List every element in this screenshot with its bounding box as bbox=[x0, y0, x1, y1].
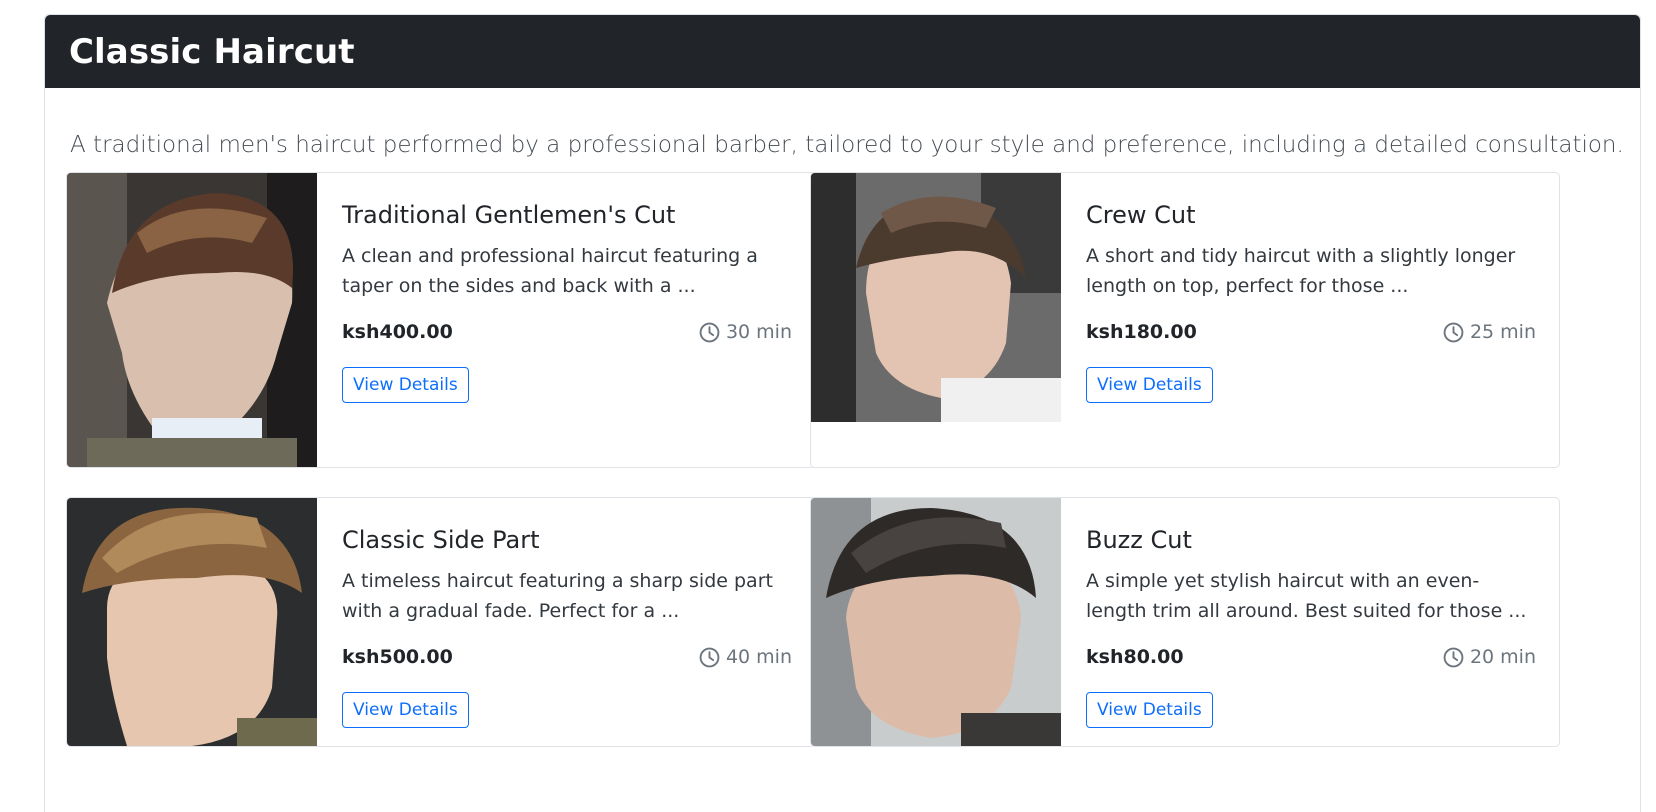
clock-icon bbox=[699, 322, 720, 342]
service-card: Buzz Cut A simple yet stylish haircut wi… bbox=[810, 497, 1560, 747]
service-card-body: Traditional Gentlemen's Cut A clean and … bbox=[317, 173, 815, 467]
service-card: Crew Cut A short and tidy haircut with a… bbox=[810, 172, 1560, 468]
service-photo bbox=[67, 173, 317, 467]
duration-label: 30 min bbox=[725, 321, 792, 343]
service-meta: ksh80.00 20 min bbox=[1086, 642, 1536, 672]
service-price: ksh80.00 bbox=[1086, 646, 1184, 668]
duration-label: 40 min bbox=[725, 646, 792, 668]
duration-label: 20 min bbox=[1469, 646, 1536, 668]
view-details-button[interactable]: View Details bbox=[342, 367, 469, 403]
haircut-photo bbox=[67, 498, 317, 746]
service-meta: ksh400.00 30 min bbox=[342, 317, 792, 347]
service-duration: 20 min bbox=[1443, 646, 1536, 668]
service-duration: 40 min bbox=[699, 646, 792, 668]
service-photo bbox=[811, 173, 1061, 422]
haircut-photo bbox=[67, 173, 317, 467]
category-description: A traditional men's haircut performed by… bbox=[70, 132, 1624, 158]
clock-icon bbox=[1443, 647, 1464, 667]
service-description: A clean and professional haircut featuri… bbox=[342, 245, 758, 297]
service-duration: 25 min bbox=[1443, 321, 1536, 343]
service-name: Buzz Cut bbox=[1086, 526, 1192, 554]
page-title: Classic Haircut bbox=[69, 31, 355, 72]
service-card: Traditional Gentlemen's Cut A clean and … bbox=[66, 172, 816, 468]
duration-label: 25 min bbox=[1469, 321, 1536, 343]
service-description: A short and tidy haircut with a slightly… bbox=[1086, 245, 1516, 297]
service-card-body: Crew Cut A short and tidy haircut with a… bbox=[1061, 173, 1559, 467]
service-description: A simple yet stylish haircut with an eve… bbox=[1086, 570, 1527, 622]
service-price: ksh500.00 bbox=[342, 646, 453, 668]
service-price: ksh180.00 bbox=[1086, 321, 1197, 343]
service-meta: ksh500.00 40 min bbox=[342, 642, 792, 672]
haircut-photo bbox=[811, 498, 1061, 746]
service-duration: 30 min bbox=[699, 321, 792, 343]
view-details-button[interactable]: View Details bbox=[342, 692, 469, 728]
service-photo bbox=[67, 498, 317, 746]
service-card-body: Buzz Cut A simple yet stylish haircut wi… bbox=[1061, 498, 1559, 746]
category-header: Classic Haircut bbox=[45, 15, 1640, 88]
view-details-button[interactable]: View Details bbox=[1086, 367, 1213, 403]
clock-icon bbox=[1443, 322, 1464, 342]
service-name: Traditional Gentlemen's Cut bbox=[342, 201, 676, 229]
clock-icon bbox=[699, 647, 720, 667]
service-photo bbox=[811, 498, 1061, 746]
service-meta: ksh180.00 25 min bbox=[1086, 317, 1536, 347]
service-name: Crew Cut bbox=[1086, 201, 1196, 229]
view-details-button[interactable]: View Details bbox=[1086, 692, 1213, 728]
service-price: ksh400.00 bbox=[342, 321, 453, 343]
haircut-photo bbox=[811, 173, 1061, 422]
service-card: Classic Side Part A timeless haircut fea… bbox=[66, 497, 816, 747]
service-name: Classic Side Part bbox=[342, 526, 540, 554]
service-description: A timeless haircut featuring a sharp sid… bbox=[342, 570, 773, 622]
service-card-body: Classic Side Part A timeless haircut fea… bbox=[317, 498, 815, 746]
